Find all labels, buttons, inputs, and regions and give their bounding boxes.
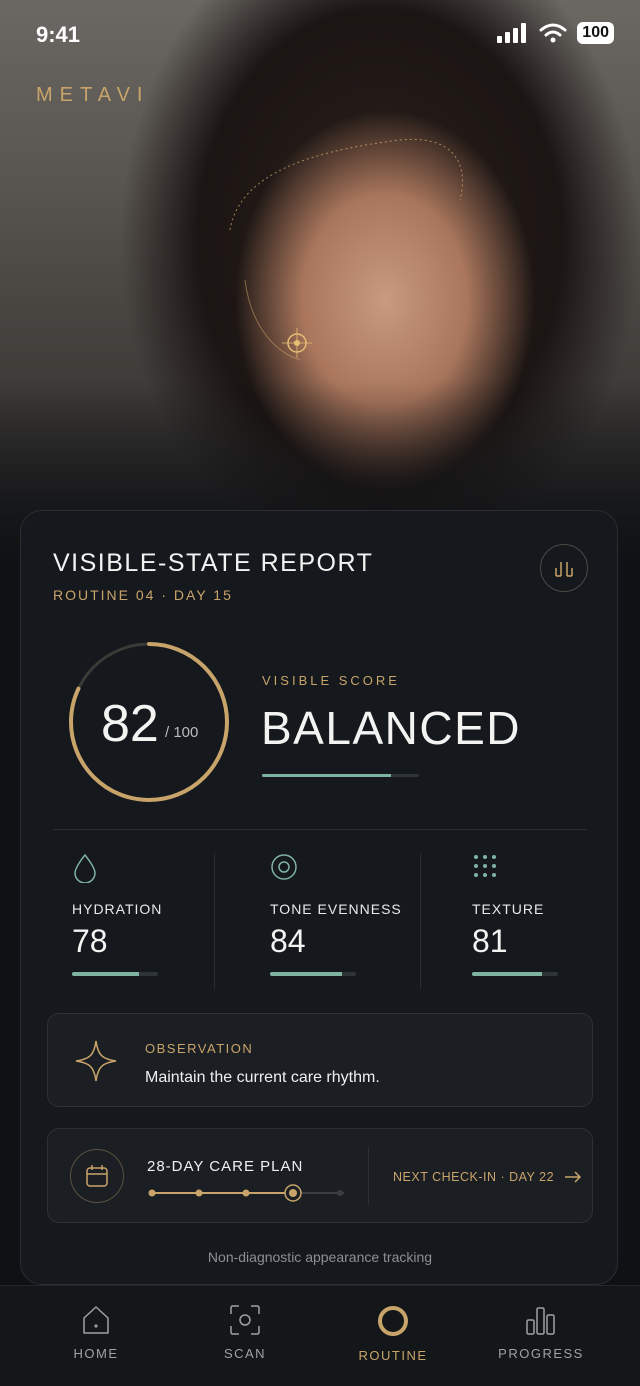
routine-ring-icon (378, 1306, 408, 1336)
metric-bar (72, 972, 158, 976)
status-time: 9:41 (36, 22, 81, 47)
score-value: 82 (101, 695, 159, 753)
metric-bar-fill (270, 972, 343, 976)
tab-home[interactable]: HOME (36, 1304, 156, 1361)
target-circle-icon (271, 854, 297, 880)
plan-step-upcoming (337, 1190, 343, 1196)
plan-step-done (195, 1189, 203, 1197)
metric-divider (420, 853, 421, 989)
brand-logo: METAVI (36, 84, 150, 106)
metric-label: TEXTURE (472, 901, 545, 917)
observation-text: Maintain the current care rhythm. (145, 1069, 380, 1086)
home-icon (83, 1306, 109, 1334)
visible-score-bar-fill (262, 774, 391, 777)
status-bar: 9:41 100 (0, 0, 640, 72)
plan-step-done (242, 1189, 250, 1197)
metric-hydration[interactable]: HYDRATION 78 (72, 851, 252, 991)
report-title: VISIBLE-STATE REPORT (53, 549, 374, 577)
metric-label: TONE EVENNESS (270, 901, 402, 917)
tab-bar: HOME SCAN ROUTINE PROGRESS (0, 1285, 640, 1386)
metric-bar-fill (472, 972, 542, 976)
observation-label: OBSERVATION (145, 1041, 254, 1056)
visible-score-value: BALANCED (261, 702, 521, 754)
compare-icon (555, 562, 573, 577)
tab-label: HOME (73, 1346, 119, 1361)
disclaimer-text: Non-diagnostic appearance tracking (207, 1249, 433, 1265)
next-checkin-link[interactable]: NEXT CHECK-IN · DAY 22 (393, 1170, 582, 1184)
water-drop-icon (74, 853, 96, 883)
metric-bar (472, 972, 558, 976)
metric-texture[interactable]: TEXTURE 81 (472, 851, 640, 991)
next-checkin-label: NEXT CHECK-IN · DAY 22 (393, 1170, 555, 1184)
tab-progress[interactable]: PROGRESS (481, 1304, 601, 1361)
tab-routine[interactable]: ROUTINE (333, 1304, 453, 1363)
bar-chart-icon (526, 1307, 555, 1335)
sparkle-icon (75, 1040, 117, 1082)
care-plan-title: 28-DAY CARE PLAN (147, 1158, 304, 1175)
metric-tone-evenness[interactable]: TONE EVENNESS 84 (270, 851, 450, 991)
plan-step-done (148, 1189, 156, 1197)
care-plan-icon-wrap (70, 1149, 124, 1203)
wifi-icon (539, 23, 567, 43)
plan-step-current-dot (289, 1189, 297, 1197)
visible-score-bar (262, 774, 419, 777)
arrow-right-icon (565, 1171, 582, 1183)
metric-bar-fill (72, 972, 140, 976)
care-plan-card[interactable]: 28-DAY CARE PLAN NEXT CHECK-IN · DAY 22 (47, 1128, 593, 1223)
metric-divider (214, 853, 215, 989)
score-total: / 100 (165, 724, 199, 741)
observation-card[interactable]: OBSERVATION Maintain the current care rh… (47, 1013, 593, 1107)
tab-label: PROGRESS (498, 1346, 584, 1361)
care-plan-progress (148, 1184, 344, 1202)
signal-icon (497, 23, 527, 43)
report-subtitle: ROUTINE 04 · DAY 15 (53, 587, 233, 603)
battery-icon: 100 (577, 22, 614, 44)
metric-bar (270, 972, 356, 976)
scan-icon (230, 1305, 260, 1335)
tab-label: SCAN (223, 1346, 267, 1361)
compare-button[interactable] (540, 544, 588, 592)
metric-value: 78 (72, 923, 108, 959)
metric-value: 81 (472, 923, 508, 959)
care-plan-divider (368, 1147, 369, 1205)
report-card: VISIBLE-STATE REPORT ROUTINE 04 · DAY 15… (20, 510, 618, 1285)
divider (53, 829, 587, 830)
metric-label: HYDRATION (72, 901, 163, 917)
calendar-icon (86, 1165, 108, 1187)
visible-score-label: VISIBLE SCORE (262, 673, 400, 688)
tab-scan[interactable]: SCAN (185, 1304, 305, 1361)
dot-grid-icon (474, 855, 496, 877)
metric-value: 84 (270, 923, 306, 959)
tab-label: ROUTINE (358, 1348, 428, 1363)
status-icons: 100 (497, 22, 614, 44)
